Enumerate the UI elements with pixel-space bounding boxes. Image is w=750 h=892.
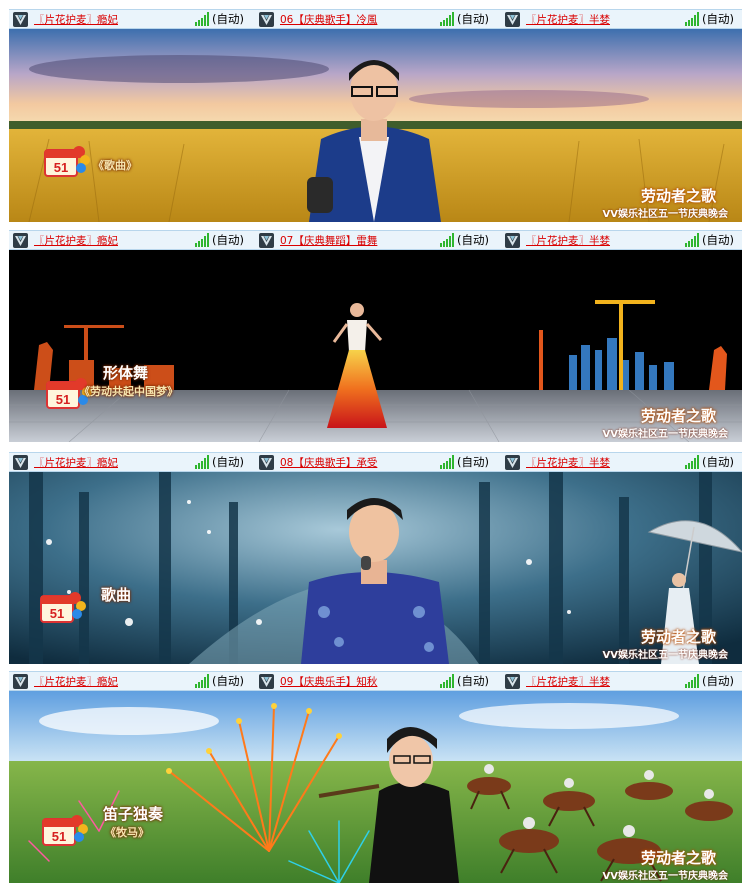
program-title: 《牧马》 — [105, 826, 149, 839]
mic-slot-2[interactable]: 09【庆典乐手】知秋 — [259, 672, 377, 690]
mic-slot-2[interactable]: 08【庆典歌手】承受 — [259, 453, 377, 471]
mic-status: (自动) — [702, 674, 734, 688]
event-subtitle: VV娱乐社区五一节庆典晚会 — [602, 209, 728, 220]
signal-bars-icon — [685, 12, 699, 26]
mic-user-link[interactable]: 09【庆典乐手】知秋 — [280, 674, 377, 689]
mic-status: (自动) — [212, 12, 244, 26]
v-logo-icon — [259, 454, 274, 470]
mic-user-link[interactable]: 〖片花护麦〗瘾妃 — [34, 674, 118, 689]
v-logo-icon — [13, 673, 28, 689]
mic-user-link[interactable]: 〖片花护麦〗瘾妃 — [34, 233, 118, 248]
program-category: 歌曲 — [101, 586, 132, 604]
video-stream[interactable]: 形体舞 《劳动共起中国梦》 劳动者之歌 VV娱乐社区五一节庆典晚会 — [9, 250, 742, 442]
signal-bars-icon — [195, 674, 209, 688]
program-category: 笛子独奏 — [103, 805, 164, 823]
mic-user-link[interactable]: 〖片花护麦〗半婪 — [526, 674, 610, 689]
v-logo-icon — [259, 673, 274, 689]
mic-slot-1[interactable]: 〖片花护麦〗瘾妃 — [13, 453, 118, 471]
v-logo-icon — [13, 11, 28, 27]
event-title: 劳动者之歌 — [640, 849, 716, 867]
video-stream[interactable]: 《歌曲》 劳动者之歌 VV娱乐社区五一节庆典晚会 — [9, 29, 742, 222]
program-category: 形体舞 — [103, 364, 149, 382]
mic-user-link[interactable]: 06【庆典歌手】冷風 — [280, 12, 377, 27]
video-scene — [9, 250, 742, 442]
mic-status: (自动) — [702, 233, 734, 247]
mic-slot-2[interactable]: 07【庆典舞蹈】雷舞 — [259, 231, 377, 249]
v-logo-icon — [259, 11, 274, 27]
mic-slot-1[interactable]: 〖片花护麦〗瘾妃 — [13, 10, 118, 28]
signal-bars-icon — [195, 233, 209, 247]
program-title: 《劳动共起中国梦》 — [79, 385, 178, 398]
mic-user-link[interactable]: 〖片花护麦〗半婪 — [526, 455, 610, 470]
video-stream[interactable]: 笛子独奏 《牧马》 劳动者之歌 VV娱乐社区五一节庆典晚会 — [9, 691, 742, 883]
mic-slot-1[interactable]: 〖片花护麦〗瘾妃 — [13, 231, 118, 249]
mic-slot-3[interactable]: 〖片花护麦〗半婪 — [505, 10, 610, 28]
mic-queue-bar: 〖片花护麦〗瘾妃 (自动) 08【庆典歌手】承受 (自动) 〖片花护麦〗半婪 (… — [9, 452, 742, 472]
event-subtitle: VV娱乐社区五一节庆典晚会 — [602, 871, 728, 882]
signal-bars-icon — [685, 233, 699, 247]
mic-slot-3[interactable]: 〖片花护麦〗半婪 — [505, 231, 610, 249]
mic-user-link[interactable]: 〖片花护麦〗半婪 — [526, 12, 610, 27]
v-logo-icon — [505, 454, 520, 470]
video-scene — [9, 691, 742, 883]
mic-status: (自动) — [212, 674, 244, 688]
mic-queue-bar: 〖片花护麦〗瘾妃 (自动) 09【庆典乐手】知秋 (自动) 〖片花护麦〗半婪 (… — [9, 671, 742, 691]
event-subtitle: VV娱乐社区五一节庆典晚会 — [602, 429, 728, 440]
mic-row-2: 〖片花护麦〗瘾妃 (自动) 07【庆典舞蹈】雷舞 (自动) 〖片花护麦〗半婪 (… — [9, 230, 742, 442]
mic-status: (自动) — [457, 233, 489, 247]
signal-bars-icon — [685, 674, 699, 688]
mic-slot-2[interactable]: 06【庆典歌手】冷風 — [259, 10, 377, 28]
signal-bars-icon — [195, 455, 209, 469]
mic-status: (自动) — [212, 233, 244, 247]
event-title: 劳动者之歌 — [640, 628, 716, 646]
mic-user-link[interactable]: 〖片花护麦〗瘾妃 — [34, 455, 118, 470]
signal-bars-icon — [195, 12, 209, 26]
v-logo-icon — [505, 232, 520, 248]
mic-slot-3[interactable]: 〖片花护麦〗半婪 — [505, 672, 610, 690]
signal-bars-icon — [440, 455, 454, 469]
mic-slot-3[interactable]: 〖片花护麦〗半婪 — [505, 453, 610, 471]
v-logo-icon — [13, 232, 28, 248]
mic-queue-bar: 〖片花护麦〗瘾妃 (自动) 06【庆典歌手】冷風 (自动) 〖片花护麦〗半婪 (… — [9, 9, 742, 29]
mic-user-link[interactable]: 〖片花护麦〗瘾妃 — [34, 12, 118, 27]
mic-status: (自动) — [702, 455, 734, 469]
mic-status: (自动) — [702, 12, 734, 26]
mic-user-link[interactable]: 07【庆典舞蹈】雷舞 — [280, 233, 377, 248]
signal-bars-icon — [440, 12, 454, 26]
video-scene — [9, 472, 742, 664]
event-title: 劳动者之歌 — [640, 187, 716, 205]
event-subtitle: VV娱乐社区五一节庆典晚会 — [602, 650, 728, 661]
mic-user-link[interactable]: 08【庆典歌手】承受 — [280, 455, 377, 470]
mic-status: (自动) — [212, 455, 244, 469]
v-logo-icon — [13, 454, 28, 470]
v-logo-icon — [259, 232, 274, 248]
v-logo-icon — [505, 673, 520, 689]
mic-row-3: 〖片花护麦〗瘾妃 (自动) 08【庆典歌手】承受 (自动) 〖片花护麦〗半婪 (… — [9, 452, 742, 664]
mic-status: (自动) — [457, 12, 489, 26]
video-stream[interactable]: 歌曲 劳动者之歌 VV娱乐社区五一节庆典晚会 — [9, 472, 742, 664]
mic-queue-bar: 〖片花护麦〗瘾妃 (自动) 07【庆典舞蹈】雷舞 (自动) 〖片花护麦〗半婪 (… — [9, 230, 742, 250]
mic-status: (自动) — [457, 455, 489, 469]
mic-row-1: 〖片花护麦〗瘾妃 (自动) 06【庆典歌手】冷風 (自动) 〖片花护麦〗半婪 (… — [9, 9, 742, 222]
event-title: 劳动者之歌 — [640, 407, 716, 425]
mic-row-4: 〖片花护麦〗瘾妃 (自动) 09【庆典乐手】知秋 (自动) 〖片花护麦〗半婪 (… — [9, 671, 742, 883]
signal-bars-icon — [685, 455, 699, 469]
video-scene — [9, 29, 742, 222]
mic-status: (自动) — [457, 674, 489, 688]
v-logo-icon — [505, 11, 520, 27]
program-title: 《歌曲》 — [93, 159, 137, 172]
signal-bars-icon — [440, 674, 454, 688]
signal-bars-icon — [440, 233, 454, 247]
mic-user-link[interactable]: 〖片花护麦〗半婪 — [526, 233, 610, 248]
mic-slot-1[interactable]: 〖片花护麦〗瘾妃 — [13, 672, 118, 690]
